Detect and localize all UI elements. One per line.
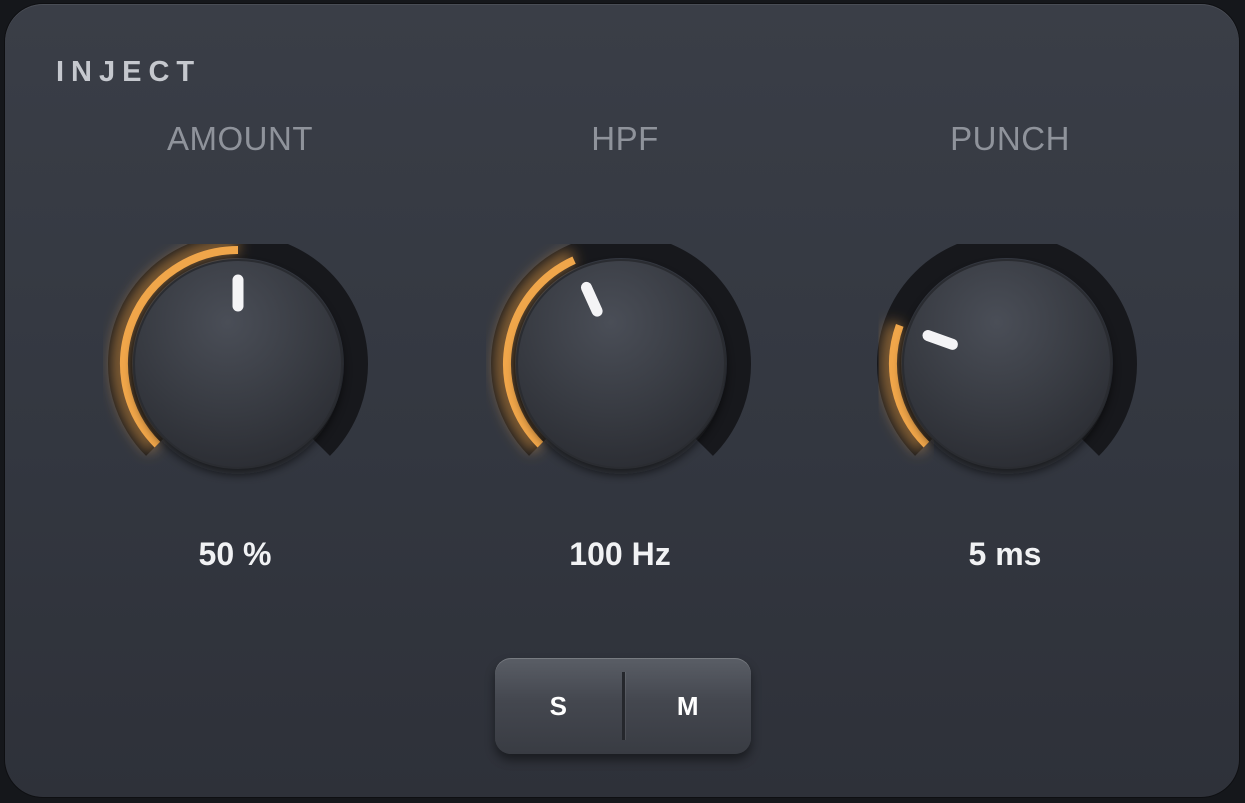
punch-label: PUNCH bbox=[950, 120, 1070, 157]
hpf-knob[interactable] bbox=[486, 244, 756, 484]
knob-graphic bbox=[108, 244, 368, 474]
amount-knob[interactable] bbox=[103, 244, 373, 484]
inject-panel: INJECT AMOUNT 50 % HPF 100 Hz PUNCH 5 ms… bbox=[5, 4, 1239, 797]
mono-button[interactable]: M bbox=[625, 658, 752, 754]
punch-knob[interactable] bbox=[872, 244, 1142, 484]
hpf-value: 100 Hz bbox=[569, 536, 671, 572]
stereo-button[interactable]: S bbox=[495, 658, 622, 754]
punch-value: 5 ms bbox=[968, 536, 1042, 572]
knob-graphic bbox=[491, 244, 751, 474]
stereo-mono-switch: S M bbox=[495, 658, 751, 754]
amount-label: AMOUNT bbox=[167, 120, 313, 157]
panel-title: INJECT bbox=[56, 56, 202, 88]
amount-value: 50 % bbox=[198, 536, 272, 572]
hpf-label: HPF bbox=[591, 120, 659, 157]
knob-body bbox=[516, 259, 726, 469]
knob-graphic bbox=[877, 244, 1137, 474]
knob-body bbox=[902, 259, 1112, 469]
